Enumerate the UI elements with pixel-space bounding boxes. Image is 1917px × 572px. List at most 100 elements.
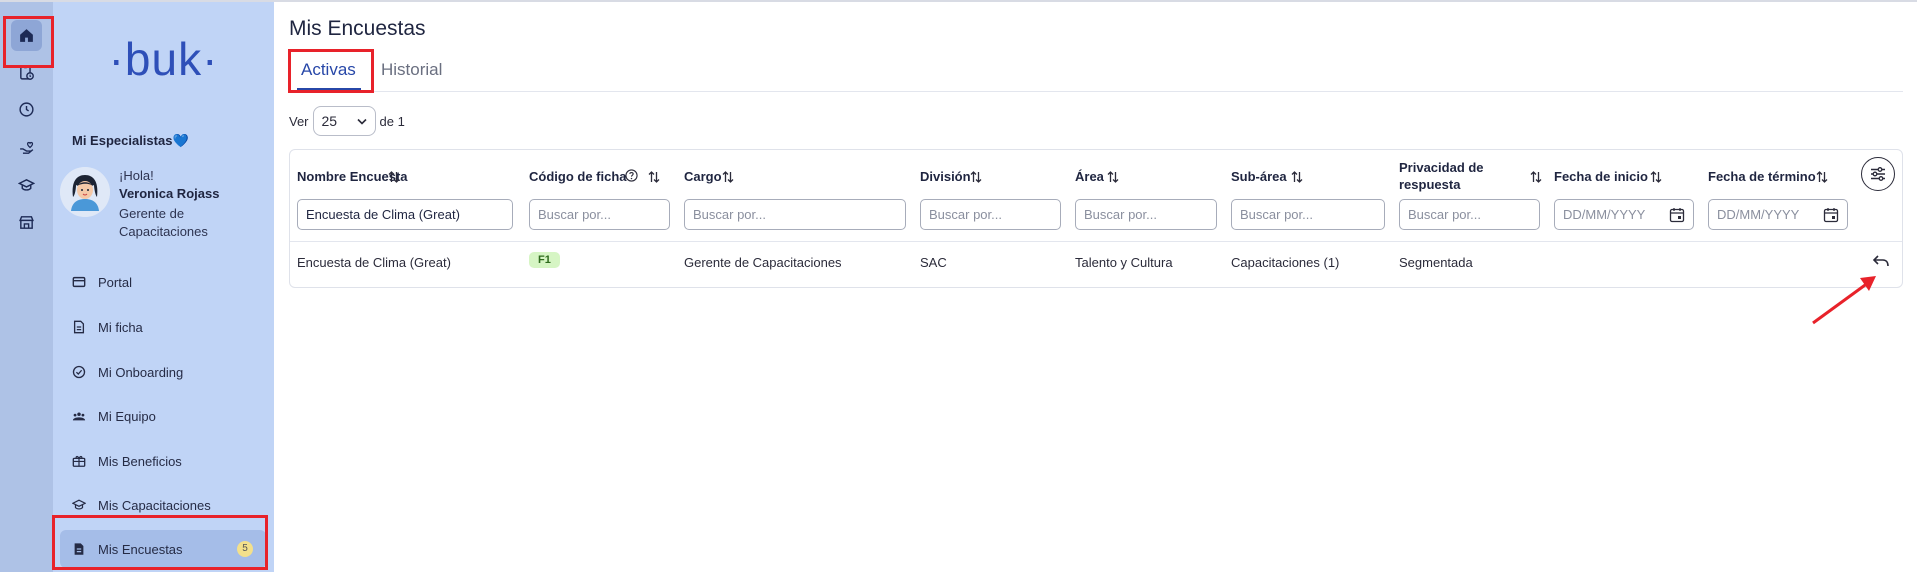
sliders-icon: [1871, 167, 1885, 181]
col-header-label: Fecha de inicio: [1554, 169, 1648, 184]
cell-cargo: Gerente de Capacitaciones: [684, 255, 842, 270]
avatar-illustration: [60, 167, 110, 217]
tab-bar: Activas Historial: [289, 48, 1903, 92]
rail-clock-button[interactable]: [11, 94, 42, 125]
hand-heart-icon: [20, 141, 34, 154]
sidebar-item-label: Mis Capacitaciones: [98, 497, 211, 513]
col-header-label: Privacidad de respuesta: [1399, 160, 1484, 192]
col-header-label: Código de ficha: [529, 169, 627, 184]
col-header-fecha-inicio[interactable]: Fecha de inicio: [1554, 168, 1648, 185]
sort-icon[interactable]: [648, 170, 660, 184]
surveys-table: Nombre Encuesta Código de ficha Cargo Di…: [289, 149, 1903, 288]
sidebar-item-mi-onboarding[interactable]: Mi Onboarding: [60, 353, 266, 391]
icon-rail: [0, 2, 53, 572]
store-icon: [19, 216, 34, 229]
sidebar-item-mi-ficha[interactable]: Mi ficha: [60, 308, 266, 346]
cell-area: Talento y Cultura: [1075, 255, 1173, 270]
filter-privacidad-input[interactable]: Buscar por...: [1399, 199, 1540, 230]
heart-icon: 💙: [172, 133, 189, 148]
sidebar: ·buk· Mi Especialistas💙 ¡Hola! Veronica …: [53, 2, 274, 572]
filter-cargo-input[interactable]: Buscar por...: [684, 199, 906, 230]
filter-fecha-inicio-input[interactable]: DD/MM/YYYY: [1554, 199, 1694, 230]
filter-value: Encuesta de Clima (Great): [306, 207, 460, 222]
filter-placeholder: Buscar por...: [1240, 207, 1313, 222]
page-size-select[interactable]: 25: [312, 106, 376, 136]
sort-icon[interactable]: [1107, 170, 1119, 184]
calendar-icon[interactable]: [1823, 207, 1839, 223]
filter-area-input[interactable]: Buscar por...: [1075, 199, 1217, 230]
page-title: Mis Encuestas: [289, 17, 426, 40]
cell-nombre: Encuesta de Clima (Great): [297, 255, 451, 270]
rail-benefits-button[interactable]: [11, 132, 42, 163]
col-header-label: División: [920, 169, 971, 184]
filter-codigo-input[interactable]: Buscar por...: [529, 199, 670, 230]
team-icon: [72, 412, 86, 421]
highlight-activas-tab: [288, 49, 374, 93]
sidebar-item-label: Mi Equipo: [98, 408, 156, 424]
graduation-cap-icon: [18, 179, 35, 191]
check-circle-icon: [72, 365, 86, 379]
col-header-label: Cargo: [684, 169, 722, 184]
greeting: ¡Hola!: [119, 168, 154, 183]
col-header-privacidad[interactable]: Privacidad de respuesta: [1399, 159, 1509, 193]
document-icon: [73, 320, 85, 334]
rail-store-button[interactable]: [11, 207, 42, 238]
filter-placeholder: Buscar por...: [538, 207, 611, 222]
col-header-subarea[interactable]: Sub-área: [1231, 168, 1287, 185]
annotation-arrow-icon: [1812, 276, 1876, 325]
sidebar-item-label: Mis Beneficios: [98, 453, 182, 469]
clock-icon: [19, 102, 34, 117]
filter-placeholder: Buscar por...: [693, 207, 766, 222]
sort-icon[interactable]: [388, 170, 400, 184]
filter-placeholder: Buscar por...: [1408, 207, 1481, 222]
sort-icon[interactable]: [722, 170, 734, 184]
section-title: Mi Especialistas💙: [72, 133, 189, 149]
col-header-cargo[interactable]: Cargo: [684, 168, 722, 185]
ficha-code-chip: F1: [529, 252, 560, 268]
col-header-label: Fecha de término: [1708, 169, 1816, 184]
filter-placeholder: DD/MM/YYYY: [1717, 207, 1800, 222]
filter-placeholder: Buscar por...: [1084, 207, 1157, 222]
main-content: Mis Encuestas Activas Historial Ver 25 d…: [274, 2, 1917, 572]
avatar: [60, 167, 110, 217]
calendar-icon[interactable]: [1669, 207, 1685, 223]
sidebar-item-mis-beneficios[interactable]: Mis Beneficios: [60, 442, 266, 480]
sidebar-item-portal[interactable]: Portal: [60, 263, 266, 301]
section-title-text: Mi Especialistas: [72, 133, 173, 148]
column-settings-button[interactable]: [1861, 157, 1895, 191]
pager-suffix: de 1: [379, 113, 405, 129]
cell-division: SAC: [920, 255, 947, 270]
highlight-mis-encuestas: [52, 515, 268, 570]
filter-fecha-termino-input[interactable]: DD/MM/YYYY: [1708, 199, 1848, 230]
col-header-label: Sub-área: [1231, 169, 1287, 184]
sort-icon[interactable]: [1530, 170, 1542, 184]
col-header-division[interactable]: División: [920, 168, 971, 185]
sidebar-item-label: Mi Onboarding: [98, 364, 184, 380]
sidebar-item-mi-equipo[interactable]: Mi Equipo: [60, 397, 266, 435]
page-size-control: Ver 25 de 1: [289, 106, 405, 136]
user-role: Gerente de Capacitaciones: [119, 206, 208, 239]
tab-historial[interactable]: Historial: [381, 60, 442, 80]
sidebar-item-label: Mi ficha: [98, 319, 143, 335]
sort-icon[interactable]: [1650, 170, 1662, 184]
header-divider: [290, 241, 1902, 242]
filter-subarea-input[interactable]: Buscar por...: [1231, 199, 1385, 230]
sort-icon[interactable]: [1816, 170, 1828, 184]
user-name: Veronica Rojass: [119, 186, 220, 201]
help-circle-icon[interactable]: [625, 169, 638, 182]
col-header-fecha-termino[interactable]: Fecha de término: [1708, 168, 1816, 185]
sort-icon[interactable]: [1291, 170, 1303, 184]
col-header-codigo[interactable]: Código de ficha: [529, 168, 627, 185]
rail-learning-button[interactable]: [11, 170, 42, 201]
filter-placeholder: Buscar por...: [929, 207, 1002, 222]
filter-nombre-input[interactable]: Encuesta de Clima (Great): [297, 199, 513, 230]
chevron-down-icon: [356, 118, 367, 125]
reply-icon[interactable]: [1872, 253, 1890, 269]
filter-placeholder: DD/MM/YYYY: [1563, 207, 1646, 222]
col-header-area[interactable]: Área: [1075, 168, 1104, 185]
buk-logo[interactable]: ·buk·: [53, 32, 274, 86]
cell-privacidad: Segmentada: [1399, 255, 1473, 270]
filter-division-input[interactable]: Buscar por...: [920, 199, 1061, 230]
sort-icon[interactable]: [970, 170, 982, 184]
page-size-value: 25: [321, 113, 338, 129]
